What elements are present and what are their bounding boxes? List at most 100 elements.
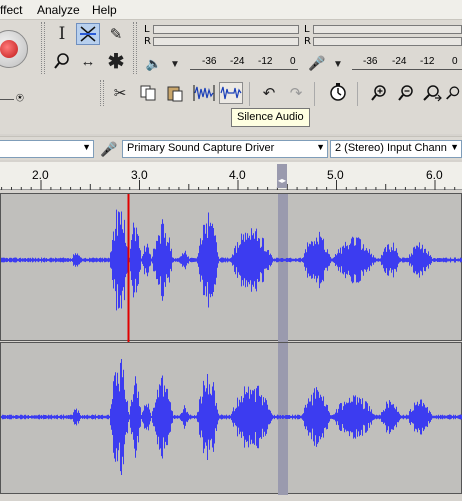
record-right-label: R <box>304 36 311 47</box>
record-button[interactable] <box>0 30 28 68</box>
playback-right-label: R <box>144 36 151 47</box>
fit-selection-icon <box>423 85 442 102</box>
zoom-tool-icon <box>54 53 69 69</box>
edit-grip[interactable] <box>100 80 104 106</box>
device-toolbar: ▼ 🎤 Primary Sound Capture Driver ▼ 2 (St… <box>0 136 462 160</box>
microphone-icon: 🎤 <box>308 54 326 71</box>
waveform-left <box>1 194 462 342</box>
zoom-out-icon <box>398 85 413 101</box>
fit-project-button[interactable] <box>445 82 462 104</box>
host-select[interactable]: ▼ <box>0 140 94 158</box>
input-channels-select[interactable]: 2 (Stereo) Input Chann ▼ <box>330 140 462 158</box>
fit-project-icon <box>446 86 460 100</box>
playback-meter-dropdown[interactable]: ▼ <box>166 53 184 75</box>
sync-lock-icon <box>330 83 346 101</box>
sync-lock-button[interactable] <box>326 81 350 103</box>
playback-tick: -12 <box>258 56 273 67</box>
record-icon <box>0 40 18 58</box>
undo-icon: ↶ <box>262 85 276 102</box>
ruler-label: 3.0 <box>131 168 148 182</box>
tools-grip[interactable] <box>41 22 45 74</box>
envelope-tool-icon <box>80 26 96 42</box>
cut-button[interactable]: ✂ <box>108 82 132 104</box>
cut-icon: ✂ <box>113 85 127 102</box>
input-device-icon-wrap: 🎤 <box>98 139 120 159</box>
record-meter-button[interactable]: 🎤 <box>306 52 328 74</box>
fit-selection-button[interactable] <box>420 82 444 104</box>
menu-effect[interactable]: ffect <box>0 3 22 17</box>
envelope-tool-button[interactable] <box>76 23 100 45</box>
waveform-right <box>1 343 462 495</box>
zoom-out-button[interactable] <box>394 82 418 104</box>
playback-meter-right <box>153 37 299 46</box>
paste-icon <box>167 86 183 102</box>
playback-tick: 0 <box>290 56 296 67</box>
record-tick: -12 <box>420 56 435 67</box>
selection-tool-button[interactable]: I <box>50 23 74 45</box>
ruler-label: 6.0 <box>426 168 443 182</box>
edit-separator <box>314 82 315 106</box>
draw-tool-icon: ✎ <box>109 26 123 43</box>
chevron-down-icon: ▼ <box>170 58 180 70</box>
playback-left-label: L <box>144 24 150 35</box>
redo-icon: ↷ <box>289 85 303 102</box>
record-tick: 0 <box>452 56 458 67</box>
record-tick: -36 <box>363 56 378 67</box>
selection-tool-icon: I <box>58 24 66 44</box>
silence-icon <box>220 86 242 100</box>
record-meter-dropdown[interactable]: ▼ <box>329 53 347 75</box>
chevron-down-icon: ▼ <box>333 58 343 70</box>
copy-icon <box>140 85 156 101</box>
playback-tick: -36 <box>202 56 217 67</box>
trim-icon <box>193 85 215 101</box>
track-channel-right[interactable] <box>0 342 462 495</box>
playback-meter-left <box>153 25 299 34</box>
timeshift-tool-icon: ↔ <box>80 52 96 70</box>
playback-tick: -24 <box>230 56 245 67</box>
input-channels-value: 2 (Stereo) Input Chann <box>335 142 447 154</box>
meter-grip[interactable] <box>133 22 137 74</box>
playback-meter-button[interactable]: 🔈 <box>145 53 163 75</box>
menu-bar: ffect Analyze Help <box>0 0 462 20</box>
undo-button[interactable]: ↶ <box>257 82 281 104</box>
cursor-marker-icon: ◂▸ <box>278 176 287 185</box>
edit-separator <box>357 82 358 106</box>
slider-thumb-icon: ⍟ <box>16 90 24 105</box>
ruler-label: 5.0 <box>327 168 344 182</box>
record-scale-line <box>352 69 462 70</box>
playback-scale-line <box>190 69 298 70</box>
multi-tool-button[interactable]: ✱ <box>104 50 128 73</box>
multi-tool-icon: ✱ <box>107 50 125 73</box>
redo-button[interactable]: ↷ <box>284 82 308 104</box>
ruler-label: 4.0 <box>229 168 246 182</box>
track-channel-left[interactable] <box>0 193 462 342</box>
menu-help[interactable]: Help <box>92 3 117 17</box>
ruler-label: 2.0 <box>32 168 49 182</box>
trim-button[interactable] <box>192 82 216 104</box>
input-device-value: Primary Sound Capture Driver <box>127 142 275 154</box>
chevron-down-icon: ▼ <box>82 142 91 152</box>
copy-button[interactable] <box>136 82 160 104</box>
edit-separator <box>249 82 250 106</box>
speaker-icon: 🔈 <box>145 56 163 71</box>
draw-tool-button[interactable]: ✎ <box>104 23 128 45</box>
paste-button[interactable] <box>163 82 187 104</box>
menu-analyze[interactable]: Analyze <box>37 3 80 17</box>
timeline-ruler[interactable]: 2.0 3.0 4.0 5.0 6.0 ◂▸ <box>0 162 462 190</box>
chevron-down-icon: ▼ <box>450 142 459 152</box>
zoom-in-button[interactable] <box>367 82 391 104</box>
record-tick: -24 <box>392 56 407 67</box>
chevron-down-icon: ▼ <box>316 142 325 152</box>
record-meter-right <box>313 37 462 46</box>
input-device-select[interactable]: Primary Sound Capture Driver ▼ <box>122 140 328 158</box>
zoom-in-icon <box>371 85 386 101</box>
cursor-marker[interactable]: ◂▸ <box>277 164 287 188</box>
record-meter-left <box>313 25 462 34</box>
record-left-label: L <box>304 24 310 35</box>
zoom-tool-button[interactable] <box>50 50 74 72</box>
timeshift-tool-button[interactable]: ↔ <box>76 50 100 72</box>
partial-toolbar-control[interactable]: ⍟ <box>0 88 34 110</box>
microphone-icon: 🎤 <box>100 140 118 157</box>
tooltip: Silence Audio <box>231 108 310 127</box>
silence-audio-button[interactable] <box>219 82 243 104</box>
